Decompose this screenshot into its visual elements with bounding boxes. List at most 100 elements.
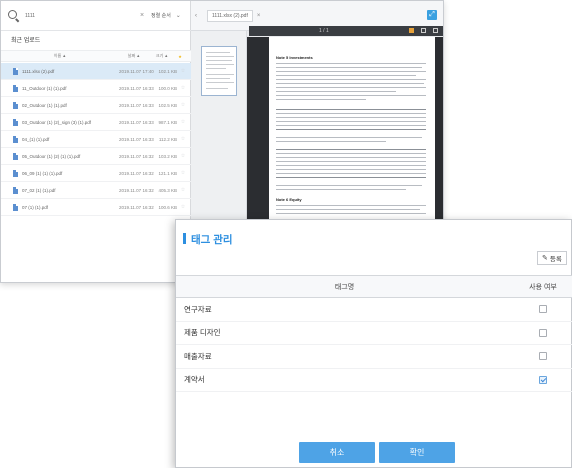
doc-heading: Note 5 Investments	[276, 55, 313, 60]
pdf-file-icon	[13, 101, 18, 109]
cancel-button[interactable]: 취소	[299, 442, 375, 463]
pdf-file-icon	[13, 203, 18, 211]
star-icon[interactable]: ☆	[177, 204, 189, 210]
star-icon[interactable]: ☆	[177, 170, 189, 176]
star-icon[interactable]: ☆	[177, 153, 189, 159]
screen: 1111 × 정렬 순서 ⌄ 최근 업로드 이름 ▲ 날짜 ▲ 크기 ▲ ★ 1…	[0, 0, 572, 468]
file-name: 05_Outdoor (1) (2) (1) (1).pdf	[22, 153, 81, 159]
pdf-file-icon	[13, 152, 18, 160]
file-row[interactable]: 03_Outdoor (1) (2)_sign (3) (1).pdf 2019.…	[1, 114, 191, 131]
file-date: 2019.11.07 16:33	[119, 136, 154, 142]
dialog-title: 태그 관리	[191, 234, 233, 246]
page-indicator: 1 / 1	[319, 28, 329, 34]
file-name: 07 (1) (1).pdf	[22, 204, 49, 210]
file-size: 102.1 KB	[158, 68, 177, 74]
highlight-icon[interactable]	[409, 28, 414, 33]
file-name: 02_Outdoor (1) (1).pdf	[22, 102, 67, 108]
pdf-toolbar: 1 / 1	[249, 26, 443, 36]
file-list-pane: 1111 × 정렬 순서 ⌄ 최근 업로드 이름 ▲ 날짜 ▲ 크기 ▲ ★ 1…	[1, 1, 191, 282]
file-name: 11_Outdoor (1) (1).pdf	[22, 85, 67, 91]
search-value: 1111	[25, 12, 36, 19]
close-icon[interactable]: ×	[257, 13, 261, 19]
file-row[interactable]: 1111.xlsx (2).pdf 2019.11.07 17:40 102.1 K…	[1, 63, 191, 80]
tag-row: 연구자료	[176, 298, 572, 322]
register-button[interactable]: ✎ 등록	[537, 251, 567, 265]
file-date: 2019.11.07 16:32	[119, 153, 154, 159]
file-name: 03_Outdoor (1) (2)_sign (3) (1).pdf	[22, 119, 92, 125]
star-icon[interactable]: ☆	[177, 85, 189, 91]
file-list: 1111.xlsx (2).pdf 2019.11.07 17:40 102.1 K…	[1, 63, 191, 216]
back-icon[interactable]: ‹	[195, 13, 201, 19]
file-size: 102.5 KB	[158, 102, 177, 108]
confirm-button[interactable]: 확인	[379, 442, 455, 463]
file-table-header: 이름 ▲ 날짜 ▲ 크기 ▲ ★	[1, 50, 191, 62]
pdf-file-icon	[13, 135, 18, 143]
clear-icon[interactable]: ×	[137, 12, 147, 19]
doc-heading: Note 6 Equity	[276, 197, 302, 202]
tag-name: 제품 디자인	[184, 328, 221, 338]
zoom-icon[interactable]	[421, 28, 426, 33]
file-size: 987.1 KB	[158, 119, 177, 125]
file-size: 100.6 KB	[158, 204, 177, 210]
file-row[interactable]: 07 (1) (1).pdf 2019.11.07 16:32 100.6 KB ☆	[1, 199, 191, 216]
tag-row: 매출자료	[176, 345, 572, 369]
title-accent-bar	[183, 233, 186, 244]
file-size: 112.2 KB	[158, 136, 177, 142]
in-use-checkbox[interactable]	[539, 375, 547, 384]
fit-icon[interactable]	[433, 28, 438, 33]
file-row[interactable]: 11_Outdoor (1) (1).pdf 2019.11.07 16:33 10…	[1, 80, 191, 97]
in-use-checkbox[interactable]	[539, 328, 547, 337]
column-name[interactable]: 이름 ▲	[1, 53, 119, 59]
in-use-checkbox[interactable]	[539, 352, 547, 361]
register-label: 등록	[549, 256, 562, 263]
pencil-icon: ✎	[542, 255, 548, 262]
page-thumbnail[interactable]	[201, 46, 237, 96]
file-date: 2019.11.07 16:32	[119, 170, 154, 176]
sort-dropdown[interactable]: 정렬 순서 ⌄	[151, 12, 181, 19]
file-name: 07_02 (1) (1).pdf	[22, 187, 56, 193]
viewer-tab[interactable]: 1111.xlsx (2).pdf	[207, 9, 253, 22]
file-size: 103.2 KB	[158, 153, 177, 159]
file-name: 04_(1) (1).pdf	[22, 136, 50, 142]
chevron-down-icon: ⌄	[175, 13, 181, 19]
tag-row: 제품 디자인	[176, 322, 572, 345]
file-row[interactable]: 06_09 (1) (1) (1).pdf 2019.11.07 16:32 121…	[1, 165, 191, 182]
file-name: 1111.xlsx (2).pdf	[22, 68, 55, 74]
pdf-file-icon	[13, 84, 18, 92]
tag-name: 매출자료	[184, 351, 212, 361]
column-star[interactable]: ★	[175, 54, 185, 59]
search-input[interactable]: 1111 ×	[7, 6, 147, 26]
tag-table-header: 태그명 사용 여부	[176, 275, 572, 298]
column-size[interactable]: 크기 ▲	[149, 53, 175, 59]
pdf-page: Note 5 Investments Note 6 Equity	[269, 37, 435, 233]
file-row[interactable]: 07_02 (1) (1).pdf 2019.11.07 16:32 405.3 K…	[1, 182, 191, 199]
file-row[interactable]: 05_Outdoor (1) (2) (1) (1).pdf 2019.11.07…	[1, 148, 191, 165]
column-in-use: 사용 여부	[529, 283, 557, 291]
star-icon[interactable]: ☆	[177, 68, 189, 74]
file-row[interactable]: 02_Outdoor (1) (1).pdf 2019.11.07 16:33 10…	[1, 97, 191, 114]
column-date[interactable]: 날짜 ▲	[119, 53, 149, 59]
tag-row: 계약서	[176, 369, 572, 392]
file-size: 100.0 KB	[158, 85, 177, 91]
search-icon	[7, 9, 21, 23]
tag-name: 계약서	[184, 375, 205, 385]
star-icon[interactable]: ☆	[177, 102, 189, 108]
expand-icon[interactable]: ⤢	[427, 10, 437, 20]
search-bar: 1111 × 정렬 순서 ⌄	[1, 1, 191, 31]
file-size: 405.3 KB	[158, 187, 177, 193]
column-tag-name: 태그명	[334, 283, 355, 291]
tag-name: 연구자료	[184, 304, 212, 314]
file-date: 2019.11.07 16:32	[119, 204, 154, 210]
in-use-checkbox[interactable]	[539, 305, 547, 314]
star-icon[interactable]: ☆	[177, 119, 189, 125]
star-icon[interactable]: ☆	[177, 136, 189, 142]
pdf-file-icon	[13, 186, 18, 194]
file-date: 2019.11.07 16:33	[119, 85, 154, 91]
star-icon[interactable]: ☆	[177, 187, 189, 193]
file-name: 06_09 (1) (1) (1).pdf	[22, 170, 63, 176]
tag-table: 태그명 사용 여부 연구자료제품 디자인매출자료계약서	[176, 275, 572, 392]
file-size: 121.1 KB	[158, 170, 177, 176]
file-date: 2019.11.07 16:33	[119, 102, 154, 108]
file-row[interactable]: 04_(1) (1).pdf 2019.11.07 16:33 112.2 KB ☆	[1, 131, 191, 148]
pdf-file-icon	[13, 67, 18, 75]
